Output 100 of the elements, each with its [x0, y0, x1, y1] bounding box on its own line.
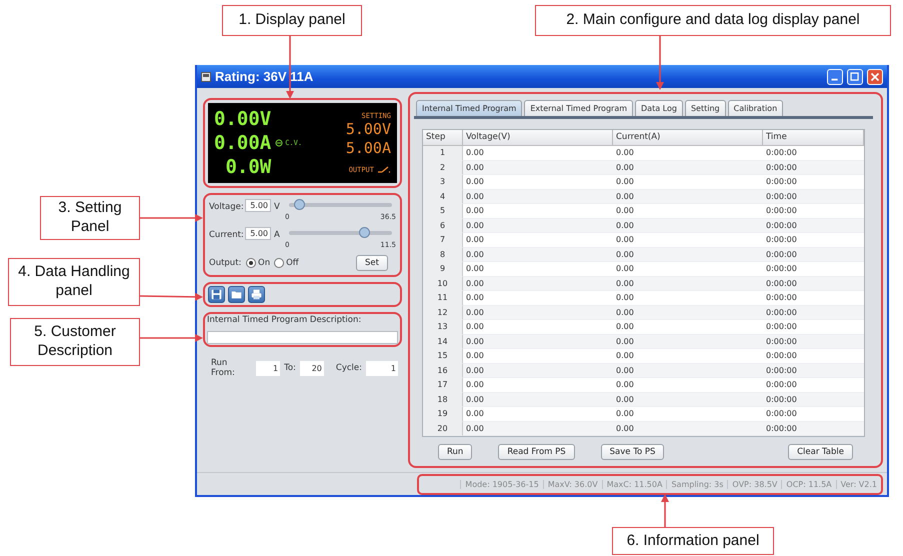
- callout-label: 6. Information panel: [612, 527, 774, 555]
- table-cell: 18: [423, 392, 463, 407]
- minimize-icon[interactable]: [827, 68, 843, 84]
- action-button[interactable]: Read From PS: [498, 444, 575, 460]
- callout-label: 2. Main configure and data log display panel: [535, 5, 891, 36]
- tab[interactable]: Setting: [684, 100, 726, 116]
- table-cell: 12: [423, 306, 463, 320]
- window-title: Rating: 36V 11A: [215, 69, 314, 84]
- table-cell: 0.00: [613, 160, 763, 175]
- callout-label: 5. Customer Description: [10, 318, 140, 366]
- slider-thumb[interactable]: [359, 227, 370, 238]
- table-cell: 0.00: [613, 334, 763, 349]
- field-label: To:: [284, 363, 296, 373]
- set-button[interactable]: Set: [356, 255, 388, 271]
- table-cell: 0.00: [613, 276, 763, 291]
- table-cell: 0:00:00: [763, 334, 864, 349]
- current-reading: 0.00A: [214, 131, 272, 155]
- set-current: 5.00A: [346, 139, 391, 158]
- status-item: MaxV: 36.0V: [542, 480, 602, 488]
- table-cell: 15: [423, 349, 463, 364]
- save-icon[interactable]: [208, 286, 225, 303]
- field-label: Voltage:: [209, 201, 242, 212]
- table-cell: 16: [423, 364, 463, 378]
- table-cell: 0.00: [463, 276, 613, 291]
- tab[interactable]: Data Log: [635, 100, 683, 116]
- unit-label: A: [274, 229, 281, 240]
- description-label: Internal Timed Program Description:: [207, 315, 362, 325]
- radio-option[interactable]: On: [246, 258, 270, 268]
- callout-label: 3. Setting Panel: [40, 196, 140, 240]
- column-header[interactable]: Current(A): [613, 130, 763, 146]
- mode-icon: [275, 139, 284, 147]
- table-cell: 0:00:00: [763, 364, 864, 378]
- table-cell: 0.00: [463, 248, 613, 262]
- callout-label: 1. Display panel: [222, 5, 362, 36]
- table-cell: 0.00: [463, 160, 613, 175]
- table-cell: 0.00: [463, 334, 613, 349]
- table-cell: 0.00: [613, 422, 763, 436]
- status-item: OCP: 11.5A: [781, 480, 836, 488]
- table-cell: 0.00: [463, 364, 613, 378]
- table-cell: 3: [423, 175, 463, 190]
- table-cell: 6: [423, 218, 463, 233]
- print-icon[interactable]: [248, 286, 265, 303]
- status-item: Sampling: 3s: [666, 480, 728, 488]
- table-cell: 4: [423, 190, 463, 204]
- column-header[interactable]: Voltage(V): [463, 130, 613, 146]
- description-field[interactable]: [207, 331, 398, 344]
- table-cell: 0:00:00: [763, 392, 864, 407]
- table-cell: 1: [423, 146, 463, 160]
- input-field[interactable]: 5.00: [245, 227, 271, 240]
- table-cell: 13: [423, 320, 463, 334]
- callout-label: 4. Data Handling panel: [8, 258, 140, 306]
- leader-arrow: [656, 36, 664, 90]
- table-cell: 8: [423, 248, 463, 262]
- table-cell: 14: [423, 334, 463, 349]
- table-cell: 0.00: [613, 392, 763, 407]
- action-button[interactable]: Clear Table: [788, 444, 853, 460]
- input-field[interactable]: 1: [366, 360, 398, 376]
- table-cell: 0.00: [463, 190, 613, 204]
- table-cell: 0.00: [613, 364, 763, 378]
- input-field[interactable]: 5.00: [245, 199, 271, 212]
- table-cell: 0.00: [613, 306, 763, 320]
- table-cell: 0:00:00: [763, 190, 864, 204]
- table-cell: 0:00:00: [763, 248, 864, 262]
- table-cell: 0:00:00: [763, 276, 864, 291]
- slider-thumb[interactable]: [294, 199, 306, 210]
- close-icon[interactable]: [867, 68, 883, 84]
- table-cell: 10: [423, 276, 463, 291]
- table-cell: 0.00: [463, 218, 613, 233]
- column-header[interactable]: Time: [763, 130, 864, 146]
- folder-icon[interactable]: [228, 286, 245, 303]
- table-cell: 9: [423, 262, 463, 276]
- tab[interactable]: External Timed Program: [524, 100, 634, 116]
- table-cell: 19: [423, 407, 463, 422]
- input-field[interactable]: 20: [300, 360, 324, 376]
- status-item: OVP: 38.5V: [727, 480, 782, 488]
- field-label: Current:: [209, 229, 242, 240]
- table-cell: 0.00: [613, 248, 763, 262]
- status-item: Ver: V2.1: [836, 480, 881, 488]
- action-button[interactable]: Run: [438, 444, 472, 460]
- maximize-icon[interactable]: [847, 68, 863, 84]
- radio-option[interactable]: Off: [274, 258, 299, 268]
- table-cell: 20: [423, 422, 463, 436]
- table-cell: 11: [423, 291, 463, 306]
- action-button[interactable]: Save To PS: [600, 444, 664, 460]
- input-field[interactable]: 1: [256, 360, 280, 376]
- table-cell: 0.00: [463, 306, 613, 320]
- column-header[interactable]: Step: [423, 130, 463, 146]
- table-cell: 17: [423, 378, 463, 392]
- voltage-reading: 0.00V: [214, 107, 272, 131]
- power-reading: 0.0W: [224, 155, 272, 179]
- unit-label: V: [274, 201, 281, 212]
- status-item: Mode: 1905-36-15: [460, 480, 543, 488]
- tab[interactable]: Internal Timed Program: [416, 100, 522, 116]
- table-cell: 0.00: [463, 392, 613, 407]
- table-cell: 0:00:00: [763, 306, 864, 320]
- status-item: MaxC: 11.50A: [602, 480, 666, 488]
- field-label: Output:: [209, 258, 242, 268]
- table-cell: 0.00: [613, 190, 763, 204]
- table-cell: 0:00:00: [763, 422, 864, 436]
- tab[interactable]: Calibration: [728, 100, 784, 116]
